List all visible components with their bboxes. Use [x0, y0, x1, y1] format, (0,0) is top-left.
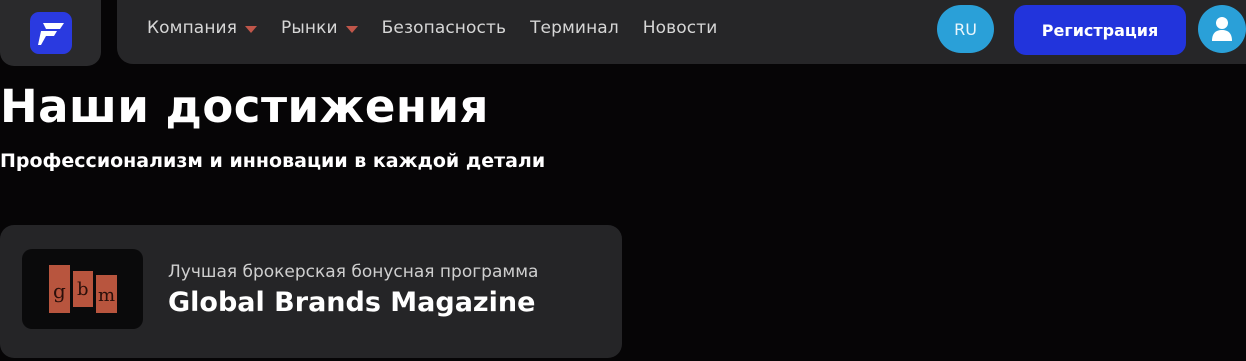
achievement-card: g b m Лучшая брокерская бонусная програм…: [0, 225, 622, 358]
chevron-down-icon: [245, 25, 258, 33]
svg-text:m: m: [98, 285, 115, 306]
profile-button[interactable]: [1198, 5, 1246, 53]
nav-item-label: Безопасность: [381, 18, 507, 38]
language-switch-button[interactable]: RU: [937, 5, 994, 53]
nav-item-label: Новости: [642, 18, 718, 38]
register-label: Регистрация: [1041, 20, 1159, 40]
brand-logo-icon[interactable]: [29, 12, 72, 54]
nav-item-label: Терминал: [530, 18, 619, 38]
brand-logo-glyph: [37, 23, 64, 45]
gbm-logo: g b m: [22, 249, 143, 329]
logo-container[interactable]: [0, 0, 101, 66]
nav-item-markets[interactable]: Рынки: [281, 18, 358, 38]
user-icon: [1212, 17, 1232, 41]
page-title: Наши достижения: [0, 80, 489, 133]
achievement-title: Global Brands Magazine: [168, 287, 536, 318]
nav-item-label: Рынки: [281, 18, 338, 38]
nav-item-security[interactable]: Безопасность: [382, 18, 506, 38]
gbm-logo-icon: g b m: [48, 265, 117, 313]
top-navbar: Компания Рынки Безопасность Терминал Нов…: [117, 0, 1246, 64]
register-button[interactable]: Регистрация: [1014, 5, 1186, 55]
svg-text:g: g: [53, 279, 66, 303]
page-subtitle: Профессионализм и инновации в каждой дет…: [0, 150, 546, 172]
nav-links: Компания Рынки Безопасность Терминал Нов…: [147, 0, 717, 56]
nav-item-news[interactable]: Новости: [643, 18, 718, 38]
chevron-down-icon: [345, 25, 358, 33]
page: Компания Рынки Безопасность Терминал Нов…: [0, 0, 1246, 361]
nav-item-label: Компания: [147, 18, 238, 38]
nav-item-company[interactable]: Компания: [147, 18, 258, 38]
svg-text:b: b: [77, 279, 89, 300]
language-label: RU: [954, 19, 977, 39]
achievement-caption: Лучшая брокерская бонусная программа: [168, 262, 539, 282]
nav-item-terminal[interactable]: Терминал: [530, 18, 619, 38]
